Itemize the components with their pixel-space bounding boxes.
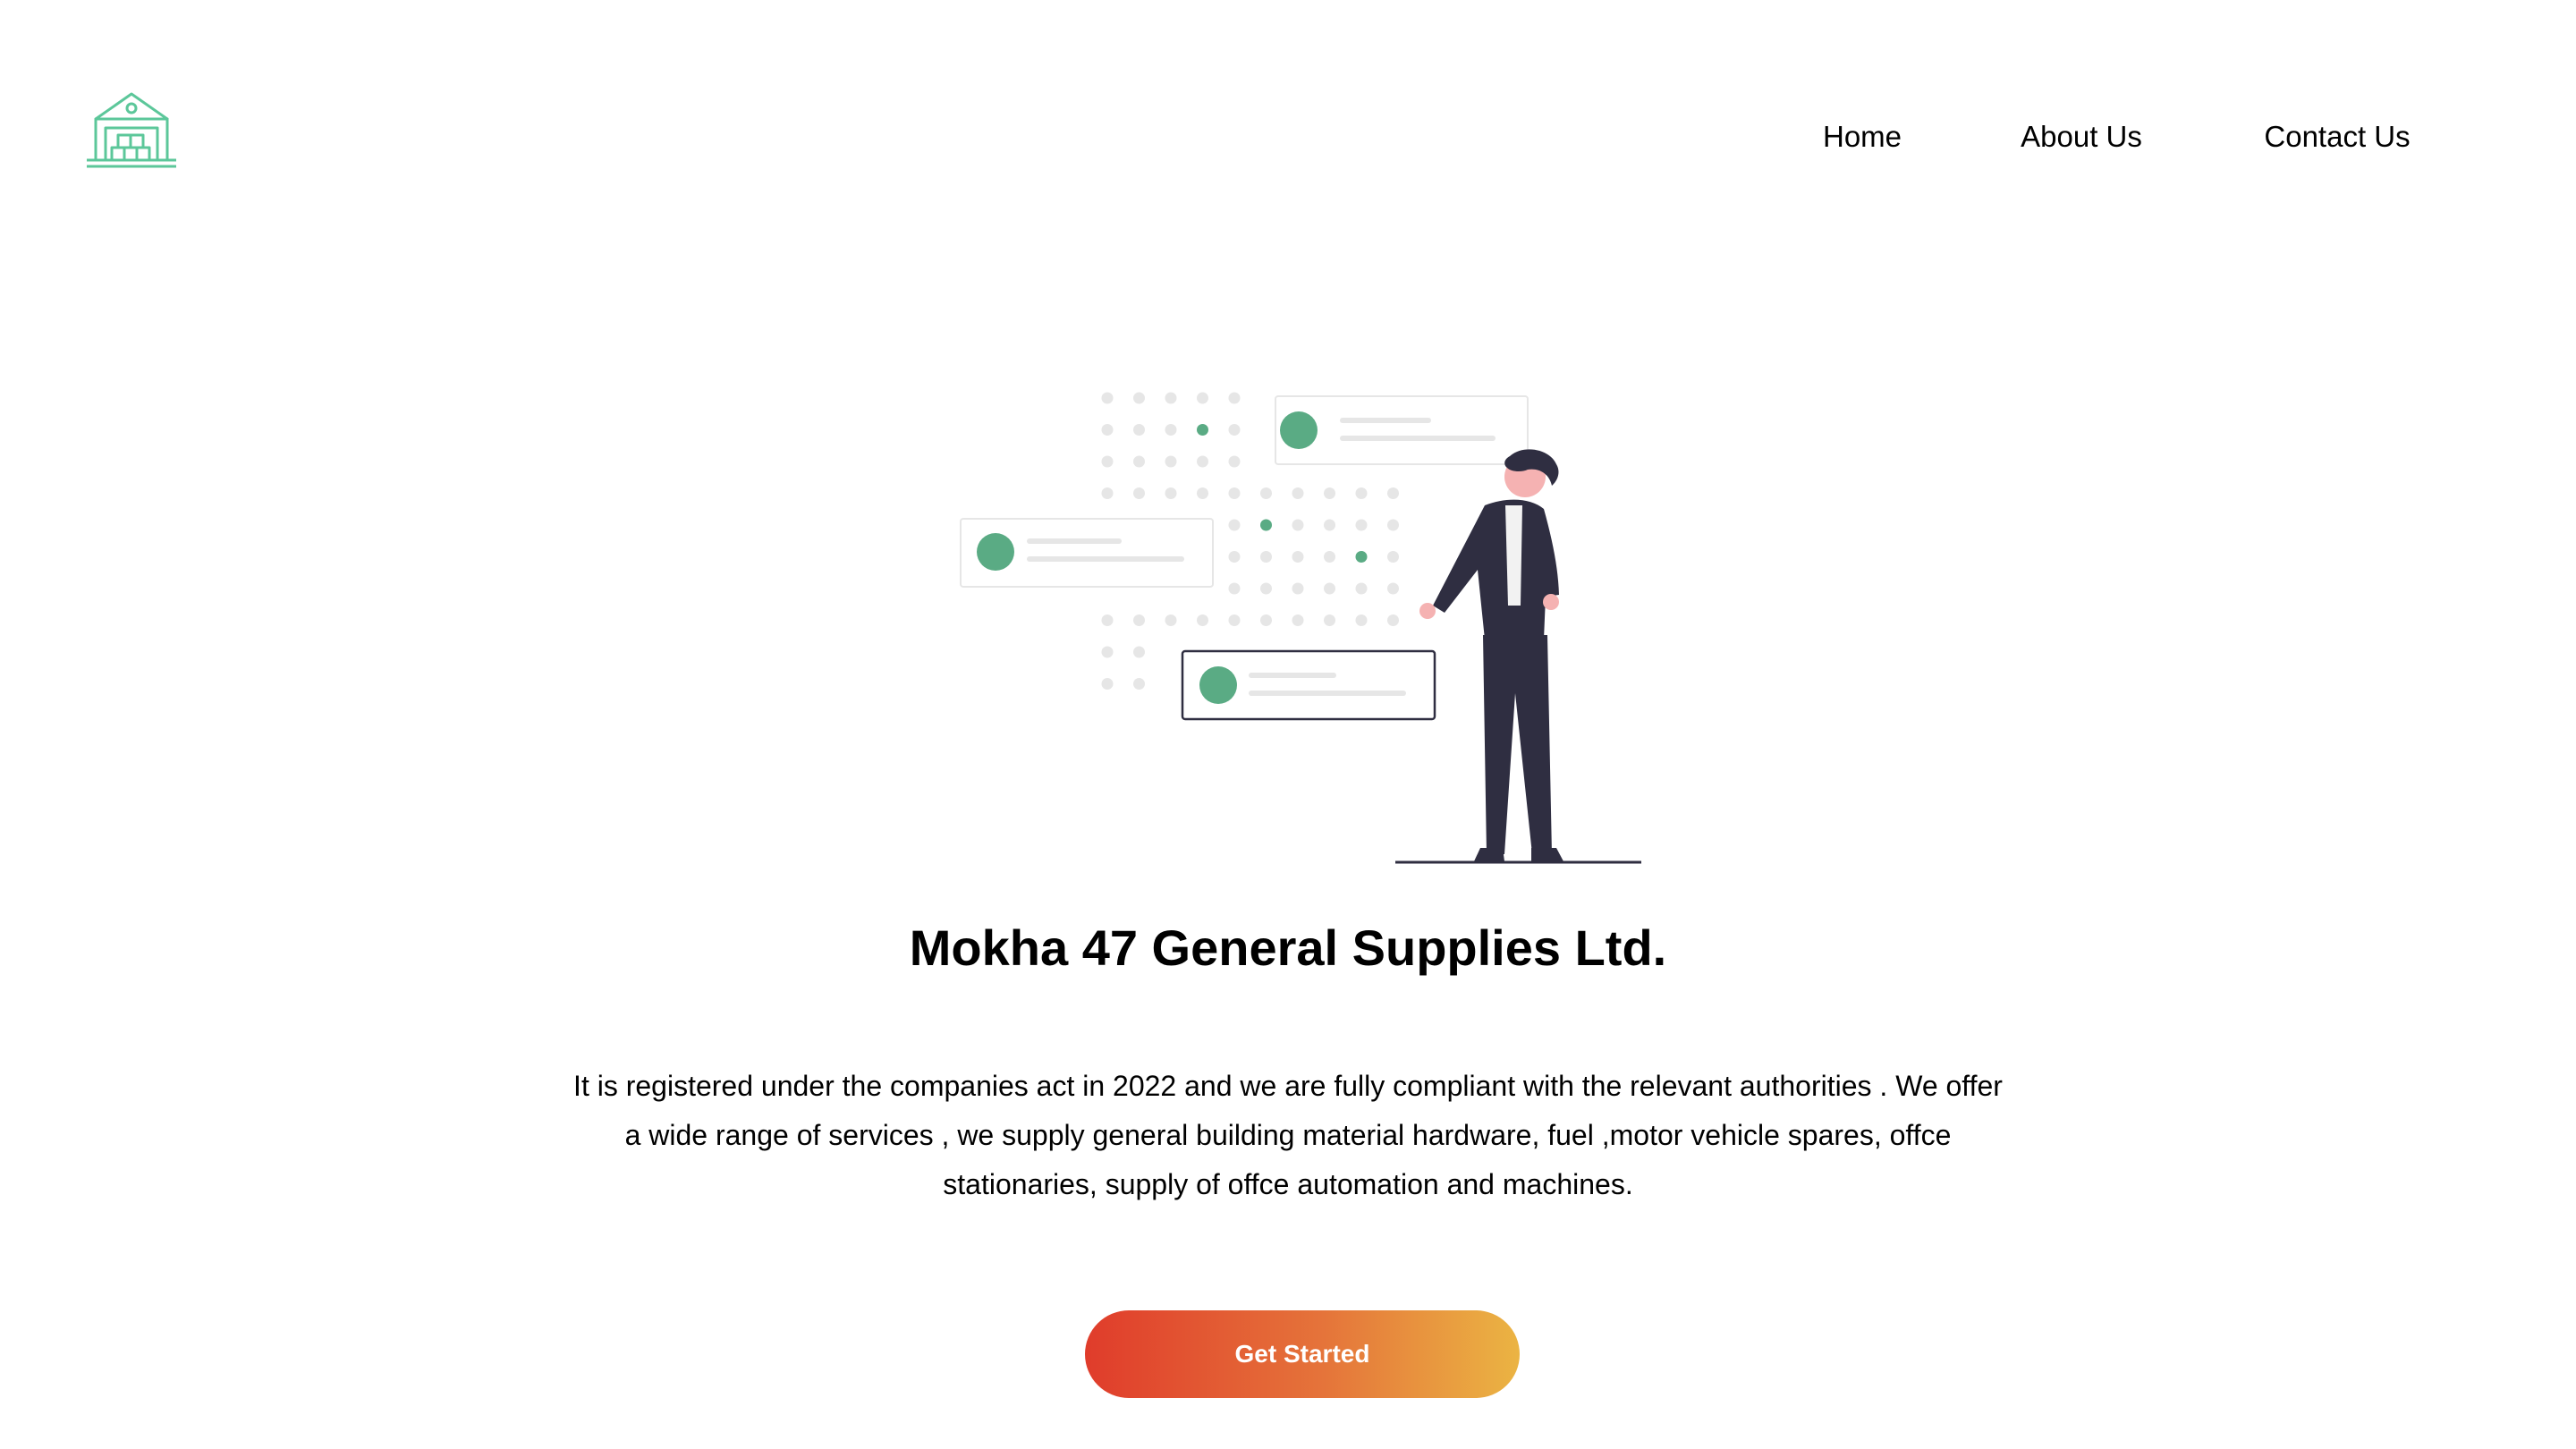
grid-dot	[1260, 614, 1272, 626]
info-card-top	[1275, 395, 1529, 465]
grid-dot	[1387, 487, 1399, 499]
grid-dot	[1197, 424, 1208, 436]
grid-dot	[1133, 487, 1145, 499]
grid-dot	[1101, 487, 1114, 499]
grid-dot	[1292, 551, 1304, 563]
grid-dot	[1133, 424, 1145, 436]
grid-dot	[1355, 487, 1368, 499]
person-presenting-cards-illustration	[960, 392, 1641, 864]
grid-dot	[1133, 646, 1145, 658]
grid-dot	[1165, 455, 1177, 468]
grid-dot	[1292, 487, 1304, 499]
landing-page: Home About Us Contact Us Mokha 47 Genera…	[0, 0, 2576, 1449]
grid-dot	[1324, 551, 1335, 563]
grid-dot	[1228, 424, 1241, 436]
grid-dot	[1101, 392, 1114, 404]
grid-dot	[1260, 519, 1272, 531]
grid-dot	[1133, 455, 1145, 468]
grid-dot	[1355, 582, 1368, 595]
grid-dot	[1324, 582, 1335, 595]
nav-home-link[interactable]: Home	[1823, 114, 1902, 159]
grid-dot	[1133, 678, 1145, 690]
grid-dot	[1355, 614, 1368, 626]
grid-dot	[1197, 392, 1208, 404]
page-title: Mokha 47 General Supplies Ltd.	[909, 919, 1667, 976]
grid-dot	[1387, 519, 1399, 531]
grid-dot	[1260, 487, 1272, 499]
grid-dot	[1292, 614, 1304, 626]
grid-dot	[1387, 582, 1399, 595]
main-nav: Home About Us Contact Us	[0, 114, 2576, 159]
info-card-left	[960, 518, 1214, 588]
grid-dot	[1355, 551, 1368, 563]
grid-dot	[1355, 519, 1368, 531]
grid-dot	[1228, 582, 1241, 595]
grid-dot	[1324, 487, 1335, 499]
grid-dot	[1101, 646, 1114, 658]
grid-dot	[1228, 487, 1241, 499]
grid-dot	[1324, 519, 1335, 531]
grid-dot	[1165, 487, 1177, 499]
info-card-selected	[1181, 649, 1436, 721]
get-started-button[interactable]: Get Started	[1085, 1310, 1520, 1398]
nav-contact-link[interactable]: Contact Us	[2264, 114, 2410, 159]
grid-dot	[1101, 424, 1114, 436]
grid-dot	[1387, 614, 1399, 626]
company-description: It is registered under the companies act…	[573, 1070, 2003, 1200]
grid-dot	[1101, 614, 1114, 626]
grid-dot	[1228, 455, 1241, 468]
nav-about-link[interactable]: About Us	[2021, 114, 2142, 159]
grid-dot	[1228, 519, 1241, 531]
grid-dot	[1133, 614, 1145, 626]
grid-dot	[1228, 392, 1241, 404]
grid-dot	[1387, 551, 1399, 563]
grid-dot	[1197, 487, 1208, 499]
grid-dot	[1228, 551, 1241, 563]
grid-dot	[1197, 614, 1208, 626]
grid-dot	[1197, 455, 1208, 468]
grid-dot	[1101, 455, 1114, 468]
grid-dot	[1292, 582, 1304, 595]
grid-dot	[1133, 392, 1145, 404]
grid-dot	[1228, 614, 1241, 626]
grid-dot	[1324, 614, 1335, 626]
grid-dot	[1292, 519, 1304, 531]
grid-dot	[1165, 614, 1177, 626]
grid-dot	[1260, 582, 1272, 595]
grid-dot	[1260, 551, 1272, 563]
grid-dot	[1165, 424, 1177, 436]
grid-dot	[1165, 392, 1177, 404]
grid-dot	[1101, 678, 1114, 690]
